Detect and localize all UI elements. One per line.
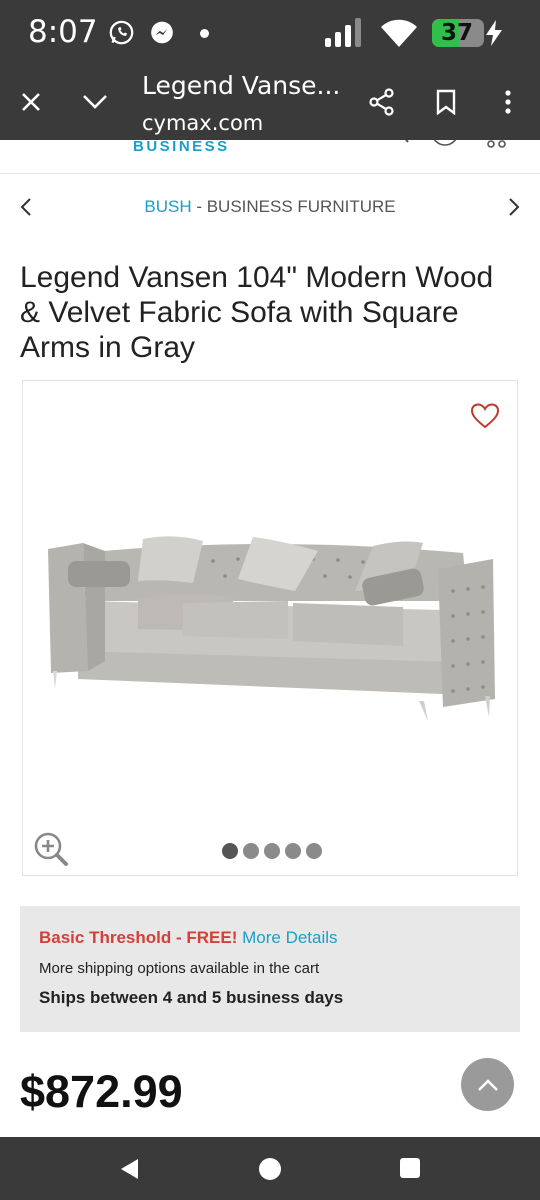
whatsapp-icon [109,20,134,45]
share-button[interactable] [364,84,400,120]
image-dot[interactable] [243,843,259,859]
search-icon[interactable] [392,140,412,148]
bookmark-button[interactable] [428,84,464,120]
home-icon[interactable] [258,1157,282,1181]
breadcrumb-separator: - [191,197,207,216]
product-title: Legend Vansen 104" Modern Wood & Velvet … [20,261,494,364]
scroll-to-top-button[interactable] [461,1058,514,1111]
site-logo[interactable]: BUSINESS [133,140,230,155]
threshold-label: Basic Threshold - FREE! [39,928,238,947]
image-dot[interactable] [222,843,238,859]
chevron-right-icon [509,198,520,216]
image-dot[interactable] [285,843,301,859]
wishlist-heart-icon[interactable] [471,403,499,429]
signal-icon [325,18,361,47]
system-navigation-bar [0,1137,540,1200]
breadcrumb-category-link[interactable]: BUSINESS FURNITURE [207,197,396,216]
image-pagination [222,843,322,859]
site-header: BUSINESS [0,140,540,174]
shipping-info-box: Basic Threshold - FREE! More Details Mor… [20,906,520,1032]
chevron-down-icon [83,95,107,109]
status-bar: 8:07 37 [0,0,540,66]
messenger-icon [151,21,173,44]
recents-icon[interactable] [399,1157,421,1179]
shipping-threshold: Basic Threshold - FREE! More Details [39,928,501,948]
page-url: cymax.com [142,111,264,135]
shipping-options-note: More shipping options available in the c… [39,960,320,977]
battery-level: 37 [441,20,474,46]
close-button[interactable] [13,84,49,120]
product-price: $872.99 [20,1066,183,1117]
browser-toolbar: Legend Vanse... cymax.com [0,66,540,140]
next-button[interactable] [502,195,526,219]
minimize-button[interactable] [77,84,113,120]
close-icon [22,93,40,111]
account-icon[interactable] [430,140,460,148]
more-menu-button[interactable] [490,84,526,120]
wifi-icon [381,19,417,47]
share-icon [369,88,394,116]
ships-between-text: Ships between 4 and 5 business days [39,988,344,1007]
image-dot[interactable] [306,843,322,859]
zoom-in-icon[interactable] [33,831,69,867]
sofa-product-image [48,536,495,721]
breadcrumb: BUSH - BUSINESS FURNITURE [0,175,540,239]
page-title: Legend Vanse... [142,71,341,100]
dot-icon [200,29,209,38]
more-vert-icon [505,90,511,114]
status-time: 8:07 [28,14,98,50]
cart-icon[interactable] [484,140,510,150]
more-details-link[interactable]: More Details [242,928,337,947]
breadcrumb-brand-link[interactable]: BUSH [144,197,191,216]
back-icon[interactable] [118,1157,140,1181]
breadcrumb-text: BUSH - BUSINESS FURNITURE [0,197,540,217]
battery-charging-icon: 37 [432,19,484,47]
product-image-gallery[interactable] [22,380,518,876]
bookmark-icon [436,89,456,115]
bolt-icon [486,20,502,46]
chevron-up-icon [477,1078,498,1091]
image-dot[interactable] [264,843,280,859]
